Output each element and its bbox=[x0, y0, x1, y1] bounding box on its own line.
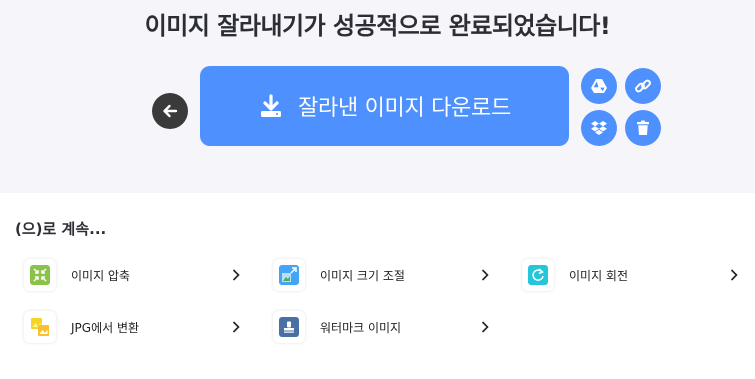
chevron-right-icon bbox=[476, 269, 494, 281]
download-button[interactable]: 잘라낸 이미지 다운로드 bbox=[200, 66, 569, 146]
page-title: 이미지 잘라내기가 성공적으로 완료되었습니다! bbox=[144, 12, 611, 40]
compress-icon bbox=[30, 265, 50, 285]
tool-label: 이미지 압축 bbox=[71, 268, 131, 283]
dropbox-icon bbox=[591, 121, 607, 135]
arrow-left-icon bbox=[163, 104, 178, 118]
tool-label: JPG에서 변환 bbox=[71, 320, 140, 335]
tool-label: 이미지 크기 조절 bbox=[320, 268, 405, 283]
link-icon bbox=[635, 79, 651, 93]
download-label: 잘라낸 이미지 다운로드 bbox=[298, 96, 511, 121]
continue-heading: (으)로 계속... bbox=[15, 220, 107, 238]
chevron-right-icon bbox=[725, 269, 743, 281]
chevron-right-icon bbox=[227, 269, 245, 281]
google-drive-icon bbox=[591, 79, 607, 93]
tool-compress-image[interactable]: 이미지 압축 bbox=[15, 257, 245, 293]
tool-label: 이미지 회전 bbox=[569, 268, 629, 283]
chevron-right-icon bbox=[476, 321, 494, 333]
back-button[interactable] bbox=[152, 93, 188, 129]
rotate-icon bbox=[528, 265, 548, 285]
copy-link-button[interactable] bbox=[625, 68, 661, 104]
tool-convert-from-jpg[interactable]: JPG에서 변환 bbox=[15, 309, 245, 345]
tool-rotate-image[interactable]: 이미지 회전 bbox=[513, 257, 743, 293]
trash-icon bbox=[637, 120, 649, 135]
resize-icon bbox=[279, 265, 299, 285]
tool-resize-image[interactable]: 이미지 크기 조절 bbox=[264, 257, 494, 293]
convert-from-jpg-icon bbox=[30, 317, 50, 337]
watermark-icon bbox=[279, 317, 299, 337]
dropbox-button[interactable] bbox=[581, 110, 617, 146]
tool-label: 워터마크 이미지 bbox=[320, 320, 402, 335]
delete-button[interactable] bbox=[625, 110, 661, 146]
tool-watermark-image[interactable]: 워터마크 이미지 bbox=[264, 309, 494, 345]
download-icon bbox=[261, 94, 282, 117]
chevron-right-icon bbox=[227, 321, 245, 333]
google-drive-button[interactable] bbox=[581, 68, 617, 104]
result-panel: 이미지 잘라내기가 성공적으로 완료되었습니다! 잘라낸 이미지 다운로드 bbox=[0, 0, 755, 193]
